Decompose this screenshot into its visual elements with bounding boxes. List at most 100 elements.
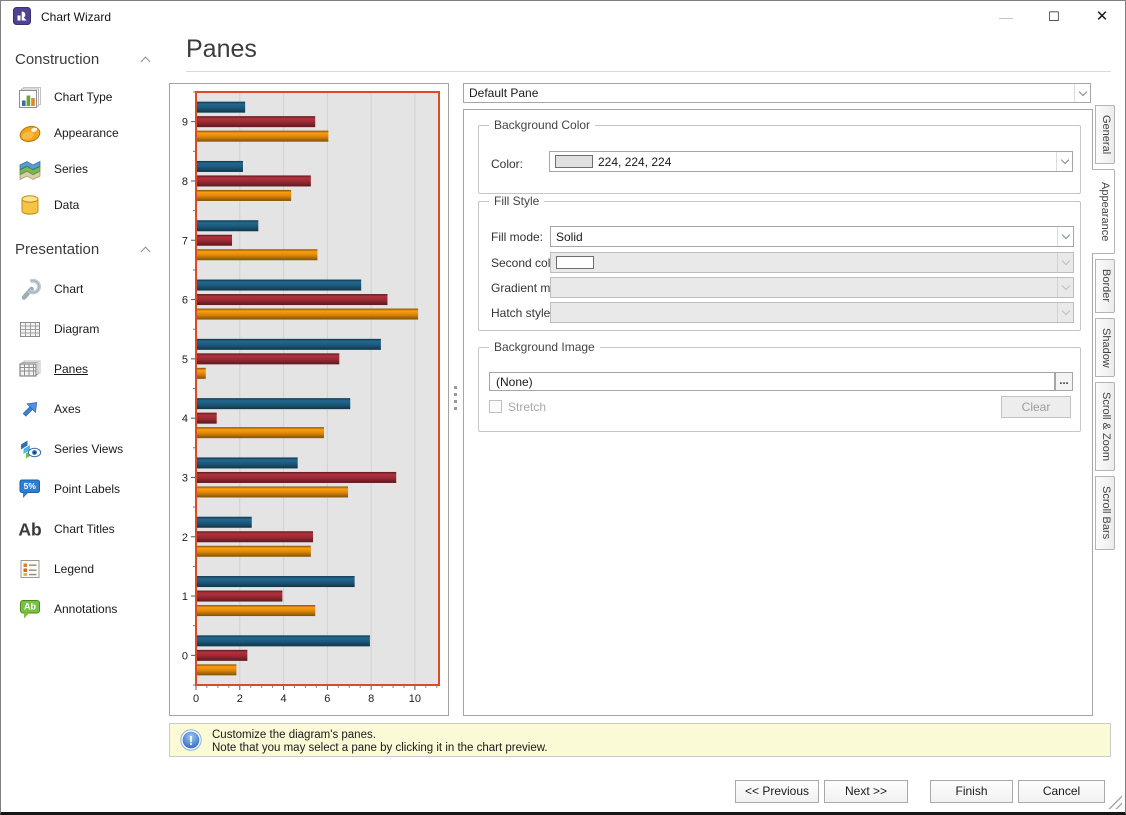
background-image-field[interactable]: (None) — [489, 372, 1055, 391]
sidebar-item-point-labels[interactable]: 5%Point Labels — [1, 469, 169, 509]
background-image-group-title: Background Image — [489, 340, 600, 354]
axis-tick-label: 6 — [324, 693, 330, 705]
bar-series-red-cat0 — [197, 650, 247, 661]
tab-scroll-zoom[interactable]: Scroll & Zoom — [1095, 382, 1115, 471]
second-color-swatch — [556, 256, 594, 269]
color-label: Color: — [491, 157, 523, 171]
bar-series-orange-cat8 — [197, 190, 291, 201]
title-bar: Chart Wizard — ☐ ✕ — [1, 1, 1125, 33]
color-swatch — [555, 155, 593, 168]
info-bar: ! Customize the diagram's panes. Note th… — [169, 723, 1111, 757]
browse-button[interactable]: ... — [1055, 372, 1073, 391]
sidebar-item-label: Series — [54, 162, 88, 176]
sidebar-item-chart-titles[interactable]: AbChart Titles — [1, 509, 169, 549]
combo-value: Solid — [551, 230, 1057, 244]
chart-preview-svg[interactable]: 98765432100246810 — [170, 84, 448, 715]
tab-scroll-bars[interactable]: Scroll Bars — [1095, 476, 1115, 549]
sidebar-item-label: Axes — [54, 402, 81, 416]
axis-tick-label: 2 — [182, 532, 188, 544]
sidebar-item-series[interactable]: Series — [1, 151, 169, 187]
sidebar-item-data[interactable]: Data — [1, 187, 169, 223]
sidebar-item-chart[interactable]: Chart — [1, 269, 169, 309]
bar-series-blue-cat1 — [197, 576, 355, 587]
sidebar-item-axes[interactable]: Axes — [1, 389, 169, 429]
hatch-style-label: Hatch style: — [491, 306, 554, 320]
minimize-button[interactable]: — — [989, 5, 1023, 29]
sidebar-item-chart-type[interactable]: Chart Type — [1, 79, 169, 115]
bar-series-blue-cat3 — [197, 457, 298, 468]
series-views-icon — [17, 436, 43, 462]
bar-series-red-cat1 — [197, 591, 282, 602]
appearance-icon — [17, 120, 43, 146]
fill-mode-combo[interactable]: Solid — [550, 226, 1074, 247]
fill-style-group: Fill Style Fill mode:SolidSecond color:G… — [478, 201, 1081, 331]
bar-series-orange-cat5 — [197, 368, 206, 379]
point-labels-icon: 5% — [17, 476, 43, 502]
sidebar-item-diagram[interactable]: Diagram — [1, 309, 169, 349]
clear-button[interactable]: Clear — [1001, 396, 1071, 418]
section-header-construction[interactable]: Construction — [1, 45, 169, 75]
resize-grip[interactable] — [1108, 795, 1122, 809]
bar-series-orange-cat9 — [197, 131, 328, 142]
axis-tick-label: 6 — [182, 295, 188, 307]
sidebar-item-legend[interactable]: Legend — [1, 549, 169, 589]
sidebar-item-panes[interactable]: Panes — [1, 349, 169, 389]
info-text-line1: Customize the diagram's panes. — [212, 729, 376, 741]
page-title: Panes — [186, 35, 257, 64]
sidebar-item-series-views[interactable]: Series Views — [1, 429, 169, 469]
bar-series-orange-cat1 — [197, 605, 315, 616]
finish-button[interactable]: Finish — [930, 780, 1013, 803]
chart-icon — [17, 276, 43, 302]
chevron-down-icon[interactable] — [1057, 227, 1073, 246]
sidebar-item-label: Chart — [54, 282, 83, 296]
app-icon — [13, 7, 31, 25]
tab-general[interactable]: General — [1095, 105, 1115, 164]
splitter-handle[interactable] — [454, 386, 457, 413]
color-combo[interactable]: 224, 224, 224 — [549, 151, 1073, 172]
sidebar-item-label: Data — [54, 198, 79, 212]
next-button[interactable]: Next >> — [824, 780, 908, 803]
pane-selector-combo[interactable]: Default Pane — [463, 83, 1091, 103]
axis-tick-label: 5 — [182, 354, 188, 366]
chart-titles-icon: Ab — [17, 516, 43, 542]
section-header-presentation[interactable]: Presentation — [1, 235, 169, 265]
axes-icon — [17, 396, 43, 422]
color-value: 224, 224, 224 — [593, 155, 1056, 169]
tab-shadow[interactable]: Shadow — [1095, 318, 1115, 378]
bar-series-blue-cat2 — [197, 517, 252, 528]
chevron-down-icon — [1057, 303, 1073, 322]
sidebar-item-appearance[interactable]: Appearance — [1, 115, 169, 151]
close-button[interactable]: ✕ — [1085, 5, 1119, 29]
sidebar-item-label: Appearance — [54, 126, 119, 140]
section-label: Construction — [15, 51, 99, 68]
sidebar-item-label: Panes — [54, 362, 88, 376]
previous-button[interactable]: << Previous — [735, 780, 819, 803]
bar-series-red-cat9 — [197, 116, 315, 127]
stretch-checkbox[interactable] — [489, 400, 502, 413]
diagram-icon — [17, 316, 43, 342]
sidebar-item-annotations[interactable]: AbAnnotations — [1, 589, 169, 629]
sidebar-item-label: Legend — [54, 562, 94, 576]
second-color-combo — [550, 252, 1074, 273]
sidebar: Construction Chart Type Appearance Series Da… — [1, 33, 169, 812]
chevron-down-icon[interactable] — [1074, 84, 1090, 102]
bar-series-blue-cat0 — [197, 635, 370, 646]
axis-tick-label: 1 — [182, 591, 188, 603]
chevron-up-icon — [141, 57, 151, 67]
tab-border[interactable]: Border — [1095, 259, 1115, 312]
chevron-down-icon[interactable] — [1056, 152, 1072, 171]
tab-appearance[interactable]: Appearance — [1092, 169, 1115, 254]
axis-tick-label: 4 — [281, 693, 287, 705]
axis-tick-label: 4 — [182, 413, 188, 425]
chart-preview-panel[interactable]: 98765432100246810 — [169, 83, 449, 716]
fill-mode-label: Fill mode: — [491, 230, 543, 244]
sidebar-item-label: Annotations — [54, 602, 117, 616]
bar-series-blue-cat4 — [197, 398, 350, 409]
axis-tick-label: 8 — [368, 693, 374, 705]
maximize-button[interactable]: ☐ — [1037, 5, 1071, 29]
chart-type-icon — [17, 84, 43, 110]
cancel-button[interactable]: Cancel — [1018, 780, 1105, 803]
bar-series-red-cat3 — [197, 472, 396, 483]
axis-tick-label: 10 — [409, 693, 421, 705]
info-text-line2: Note that you may select a pane by click… — [212, 742, 548, 754]
